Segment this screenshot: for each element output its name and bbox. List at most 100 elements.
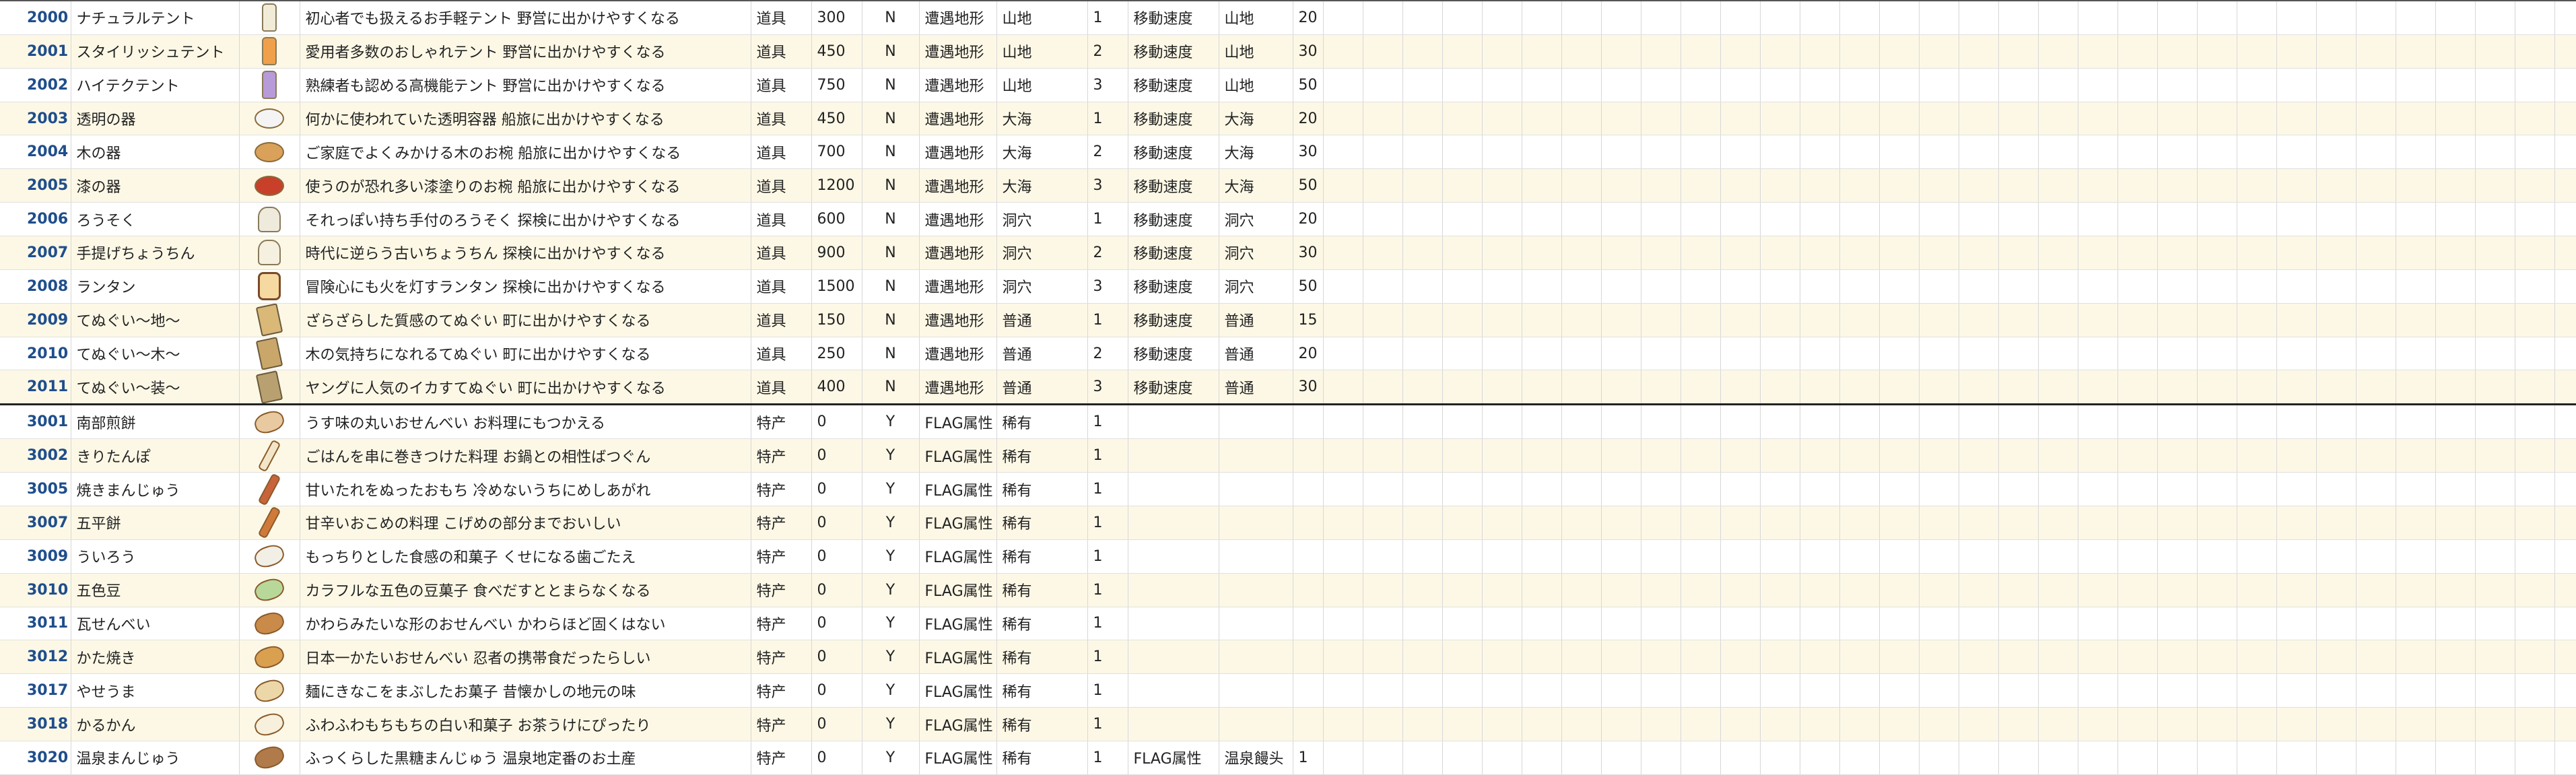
empty-cell[interactable] (1839, 438, 1880, 473)
empty-cell[interactable] (2078, 707, 2118, 741)
empty-cell[interactable] (2316, 707, 2357, 741)
empty-cell[interactable] (1402, 68, 1443, 102)
empty-cell[interactable] (1522, 607, 1562, 641)
empty-cell[interactable] (1522, 370, 1562, 405)
empty-cell[interactable] (2197, 673, 2237, 708)
empty-cell[interactable] (1482, 707, 1522, 741)
item-effect-cell[interactable]: 移動速度 (1128, 135, 1219, 170)
empty-cell[interactable] (1363, 236, 1403, 270)
empty-cell[interactable] (2197, 438, 2237, 473)
empty-cell[interactable] (1998, 168, 2039, 203)
empty-cell[interactable] (2197, 168, 2237, 203)
empty-cell[interactable] (2356, 34, 2396, 69)
item-category-cell[interactable]: FLAG属性 (919, 673, 997, 708)
empty-cell[interactable] (1522, 337, 1562, 371)
empty-cell[interactable] (2276, 741, 2317, 775)
item-value-cell[interactable] (1293, 506, 1324, 540)
empty-cell[interactable] (2475, 472, 2515, 506)
empty-cell[interactable] (1760, 741, 1800, 775)
empty-cell[interactable] (1959, 607, 1999, 641)
empty-cell[interactable] (2316, 640, 2357, 675)
empty-cell[interactable] (1641, 370, 1681, 405)
item-level-cell[interactable]: 2 (1087, 337, 1128, 371)
empty-cell[interactable] (2078, 370, 2118, 405)
table-row[interactable]: 3005 焼きまんじゅう 甘いたれをぬったおもち 冷めないうちにめしあがれ 特产 0 Y F… (0, 472, 2576, 506)
empty-cell[interactable] (1919, 102, 1959, 136)
empty-cell[interactable] (1323, 236, 1363, 270)
empty-cell[interactable] (2157, 607, 2198, 641)
item-value-cell[interactable]: 20 (1293, 202, 1324, 237)
empty-cell[interactable] (1800, 707, 1840, 741)
empty-cell[interactable] (1998, 269, 2039, 304)
empty-cell[interactable] (1482, 472, 1522, 506)
empty-cell[interactable] (2356, 303, 2396, 337)
item-category-cell[interactable]: FLAG属性 (919, 707, 997, 741)
empty-cell[interactable] (2078, 34, 2118, 69)
empty-cell[interactable] (2515, 539, 2555, 574)
empty-cell[interactable] (1561, 168, 1602, 203)
item-flag-cell[interactable]: N (862, 135, 920, 170)
empty-cell[interactable] (1641, 539, 1681, 574)
item-price-cell[interactable]: 300 (811, 0, 862, 35)
empty-cell[interactable] (2237, 707, 2277, 741)
empty-cell[interactable] (2396, 707, 2436, 741)
empty-cell[interactable] (2554, 269, 2576, 304)
item-terrain-cell[interactable]: 稀有 (996, 707, 1088, 741)
empty-cell[interactable] (2038, 640, 2078, 675)
empty-cell[interactable] (2197, 135, 2237, 170)
empty-cell[interactable] (1601, 673, 1641, 708)
empty-cell[interactable] (2435, 640, 2476, 675)
empty-cell[interactable] (1879, 707, 1920, 741)
empty-cell[interactable] (2078, 539, 2118, 574)
empty-cell[interactable] (1720, 707, 1761, 741)
item-icon-cell[interactable] (239, 0, 300, 35)
item-description-cell[interactable]: ざらざらした質感のてぬぐい 町に出かけやすくなる (300, 303, 751, 337)
empty-cell[interactable] (1482, 370, 1522, 405)
table-row[interactable]: 3017 やせうま 麺にきなこをまぶしたお菓子 昔懐かしの地元の味 特产 0 Y FLAG属… (0, 673, 2576, 708)
empty-cell[interactable] (1919, 370, 1959, 405)
item-icon-cell[interactable] (239, 403, 300, 440)
empty-cell[interactable] (2078, 0, 2118, 35)
empty-cell[interactable] (1998, 573, 2039, 607)
empty-cell[interactable] (2435, 168, 2476, 203)
empty-cell[interactable] (2237, 168, 2277, 203)
item-description-cell[interactable]: 甘いたれをぬったおもち 冷めないうちにめしあがれ (300, 472, 751, 506)
item-icon-cell[interactable] (239, 607, 300, 641)
empty-cell[interactable] (1959, 640, 1999, 675)
item-terrain-cell[interactable]: 普通 (996, 337, 1088, 371)
item-price-cell[interactable]: 0 (811, 403, 862, 440)
empty-cell[interactable] (2475, 102, 2515, 136)
empty-cell[interactable] (1760, 135, 1800, 170)
empty-cell[interactable] (2197, 236, 2237, 270)
empty-cell[interactable] (2515, 573, 2555, 607)
empty-cell[interactable] (1482, 102, 1522, 136)
empty-cell[interactable] (1760, 0, 1800, 35)
empty-cell[interactable] (2396, 168, 2436, 203)
empty-cell[interactable] (2197, 607, 2237, 641)
empty-cell[interactable] (1681, 68, 1721, 102)
empty-cell[interactable] (2038, 202, 2078, 237)
item-name-cell[interactable]: ナチュラルテント (71, 0, 240, 35)
item-target-cell[interactable]: 大海 (1219, 102, 1293, 136)
empty-cell[interactable] (1720, 236, 1761, 270)
empty-cell[interactable] (2475, 303, 2515, 337)
empty-cell[interactable] (2038, 337, 2078, 371)
empty-cell[interactable] (2237, 135, 2277, 170)
empty-cell[interactable] (2316, 0, 2357, 35)
empty-cell[interactable] (2554, 741, 2576, 775)
empty-cell[interactable] (2078, 741, 2118, 775)
empty-cell[interactable] (2276, 202, 2317, 237)
item-target-cell[interactable]: 洞穴 (1219, 236, 1293, 270)
item-name-cell[interactable]: かるかん (71, 707, 240, 741)
item-price-cell[interactable]: 1200 (811, 168, 862, 203)
empty-cell[interactable] (1402, 506, 1443, 540)
item-level-cell[interactable]: 3 (1087, 68, 1128, 102)
empty-cell[interactable] (2117, 472, 2158, 506)
empty-cell[interactable] (1681, 741, 1721, 775)
empty-cell[interactable] (1959, 673, 1999, 708)
empty-cell[interactable] (2117, 236, 2158, 270)
item-price-cell[interactable]: 0 (811, 673, 862, 708)
empty-cell[interactable] (1760, 68, 1800, 102)
empty-cell[interactable] (2038, 135, 2078, 170)
empty-cell[interactable] (1839, 741, 1880, 775)
